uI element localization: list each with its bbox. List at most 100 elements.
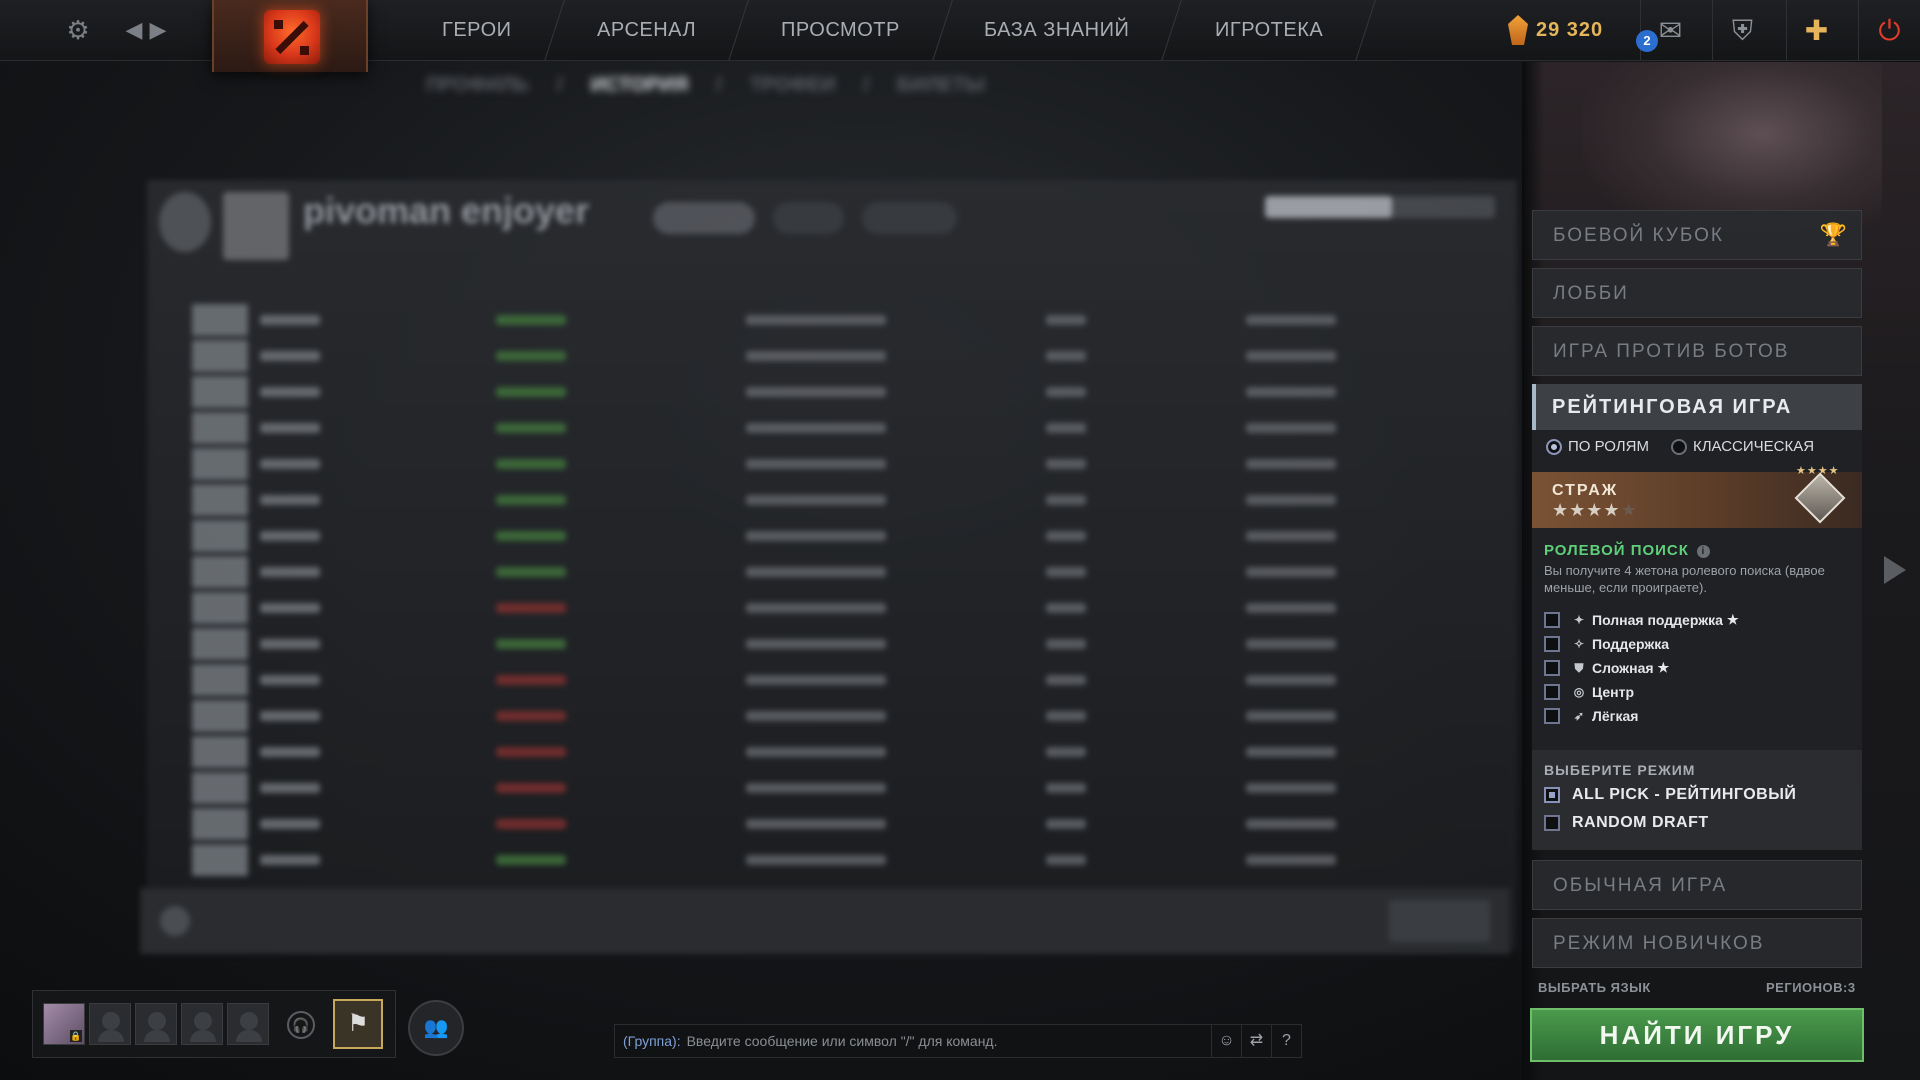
friends-button[interactable]: 👥 xyxy=(408,1000,464,1056)
table-row[interactable] xyxy=(192,374,1482,410)
lock-icon: 🔒 xyxy=(70,1030,82,1042)
ranked-game-button[interactable]: РЕЙТИНГОВАЯ ИГРА xyxy=(1532,384,1862,430)
history-tab[interactable] xyxy=(773,202,845,234)
nav-heroes[interactable]: ГЕРОИ xyxy=(390,0,565,61)
gear-icon[interactable]: ⚙ xyxy=(62,14,94,46)
empty-party-slot[interactable] xyxy=(181,1003,223,1045)
hero-portrait xyxy=(192,808,248,840)
table-row[interactable] xyxy=(192,662,1482,698)
chat-channel-label: (Группа): xyxy=(623,1033,681,1049)
battle-cup-button[interactable]: БОЕВОЙ КУБОК 🏆 xyxy=(1532,210,1862,260)
table-row[interactable] xyxy=(192,482,1482,518)
bots-button[interactable]: ИГРА ПРОТИВ БОТОВ xyxy=(1532,326,1862,376)
hero-portrait xyxy=(192,448,248,480)
table-row[interactable] xyxy=(192,806,1482,842)
newbie-mode-button[interactable]: РЕЖИМ НОВИЧКОВ xyxy=(1532,918,1862,968)
subnav-trophies[interactable]: ТРОФЕИ xyxy=(750,74,836,97)
chat-wheel-icon[interactable]: ⇄ xyxy=(1241,1024,1271,1058)
table-row[interactable] xyxy=(192,446,1482,482)
role-option[interactable]: ✧ Поддержка xyxy=(1544,632,1739,656)
friends-icon: 👥 xyxy=(423,1017,449,1039)
role-option[interactable]: ⛊ Сложная ★ xyxy=(1544,656,1739,680)
headset-icon[interactable]: 🎧 xyxy=(287,1011,315,1039)
regions-link[interactable]: РЕГИОНОВ:3 xyxy=(1766,980,1856,995)
support-icon: ✧ xyxy=(1573,637,1585,651)
quit-button[interactable]: ⏻ xyxy=(1858,0,1920,61)
ranked-options: ПО РОЛЯМ КЛАССИЧЕСКАЯ СТРАЖ ★★★★★ ★★★★ Р… xyxy=(1532,430,1862,850)
choose-mode-title: ВЫБЕРИТЕ РЕЖИМ xyxy=(1544,762,1696,778)
role-label: Полная поддержка xyxy=(1592,612,1723,628)
nav-knowledge-base[interactable]: БАЗА ЗНАНИЙ xyxy=(932,0,1183,61)
shards-counter[interactable]: 29 320 xyxy=(1508,12,1603,48)
table-row[interactable] xyxy=(192,626,1482,662)
table-row[interactable] xyxy=(192,734,1482,770)
rank-stars: ★★★★★ xyxy=(1552,500,1638,521)
nav-watch[interactable]: ПРОСМОТР xyxy=(728,0,953,61)
checkbox[interactable] xyxy=(1544,684,1560,700)
guild-shield-icon[interactable]: ⚑ xyxy=(333,999,383,1049)
table-row[interactable] xyxy=(192,698,1482,734)
role-option[interactable]: ◎ Центр xyxy=(1544,680,1739,704)
history-tab-active[interactable] xyxy=(653,202,756,234)
game-mode-section: ВЫБЕРИТЕ РЕЖИМ ALL PICK - РЕЙТИНГОВЫЙ RA… xyxy=(1532,750,1862,850)
empty-party-slot[interactable] xyxy=(227,1003,269,1045)
armory-button[interactable]: ⛨ xyxy=(1712,0,1772,61)
offlane-icon: ⛊ xyxy=(1574,660,1584,675)
checkbox[interactable] xyxy=(1544,708,1560,724)
hero-portrait xyxy=(192,376,248,408)
expand-arrow-icon[interactable] xyxy=(1884,556,1906,584)
mode-all-pick-ranked[interactable]: ALL PICK - РЕЙТИНГОВЫЙ xyxy=(1544,786,1796,804)
subnav-tickets[interactable]: БИЛЕТЫ xyxy=(897,74,985,97)
subnav-history[interactable]: ИСТОРИЯ xyxy=(590,74,688,97)
hero-portrait xyxy=(192,304,248,336)
role-option[interactable]: ✦ Полная поддержка ★ xyxy=(1544,608,1739,632)
checkbox-checked[interactable] xyxy=(1544,787,1560,803)
chat-input[interactable] xyxy=(686,1033,1211,1049)
checkbox[interactable] xyxy=(1544,815,1560,831)
dota-plus-button[interactable]: ✚ xyxy=(1786,0,1846,61)
emoji-icon[interactable]: ☺ xyxy=(1211,1024,1241,1058)
mode-random-draft[interactable]: RANDOM DRAFT xyxy=(1544,814,1709,832)
history-table xyxy=(192,302,1482,878)
radio-by-roles[interactable]: ПО РОЛЯМ xyxy=(1546,438,1649,455)
lobby-button[interactable]: ЛОББИ xyxy=(1532,268,1862,318)
role-option[interactable]: ➶ Лёгкая xyxy=(1544,704,1739,728)
role-label: Поддержка xyxy=(1592,636,1670,652)
avatar[interactable]: 🔒 xyxy=(43,1003,85,1045)
table-row[interactable] xyxy=(192,518,1482,554)
help-icon[interactable]: ? xyxy=(1271,1024,1301,1058)
history-tab[interactable] xyxy=(862,202,957,234)
power-icon: ⏻ xyxy=(1878,15,1901,46)
normal-game-button[interactable]: ОБЫЧНАЯ ИГРА xyxy=(1532,860,1862,910)
empty-party-slot[interactable] xyxy=(89,1003,131,1045)
shards-value: 29 320 xyxy=(1536,18,1604,41)
table-row[interactable] xyxy=(192,554,1482,590)
nav-arsenal[interactable]: АРСЕНАЛ xyxy=(544,0,749,61)
role-label: Лёгкая xyxy=(1592,708,1639,724)
checkbox[interactable] xyxy=(1544,612,1560,628)
radio-classic[interactable]: КЛАССИЧЕСКАЯ xyxy=(1670,438,1814,455)
forward-arrow-icon[interactable]: ▶ xyxy=(142,14,174,46)
choose-language-link[interactable]: ВЫБРАТЬ ЯЗЫК xyxy=(1538,980,1651,995)
table-row[interactable] xyxy=(192,410,1482,446)
table-row[interactable] xyxy=(192,338,1482,374)
table-row[interactable] xyxy=(192,842,1482,878)
hero-portrait xyxy=(192,592,248,624)
rank-medal xyxy=(159,192,211,252)
dota-logo-button[interactable] xyxy=(212,0,368,72)
empty-party-slot[interactable] xyxy=(135,1003,177,1045)
subscribe-button[interactable] xyxy=(1388,900,1490,942)
table-row[interactable] xyxy=(192,770,1482,806)
history-tabs xyxy=(653,202,957,234)
nav-arcade[interactable]: ИГРОТЕКА xyxy=(1162,0,1376,61)
table-row[interactable] xyxy=(192,590,1482,626)
radio-dot-selected xyxy=(1546,438,1562,455)
info-icon[interactable]: i xyxy=(1696,544,1710,558)
mail-count-badge: 2 xyxy=(1636,30,1658,52)
checkbox[interactable] xyxy=(1544,660,1560,676)
subnav-profile[interactable]: ПРОФИЛЬ xyxy=(426,74,529,97)
find-match-button[interactable]: НАЙТИ ИГРУ xyxy=(1530,1008,1864,1062)
table-row[interactable] xyxy=(192,302,1482,338)
checkbox[interactable] xyxy=(1544,636,1560,652)
role-search-description: Вы получите 4 жетона ролевого поиска (вд… xyxy=(1544,563,1825,595)
